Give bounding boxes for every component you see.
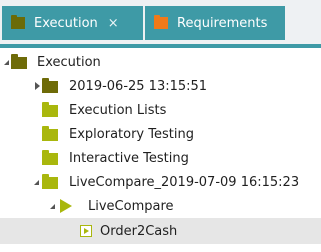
tab-underline xyxy=(0,44,321,48)
tree-node-execution[interactable]: Execution xyxy=(0,50,321,74)
tree-node-label: Interactive Testing xyxy=(69,150,189,166)
tree-node-label: Order2Cash xyxy=(100,223,178,239)
tree-node-exploratory-testing[interactable]: Exploratory Testing xyxy=(0,122,321,146)
tree-node-label: Execution xyxy=(37,54,101,70)
tree-node-order2cash[interactable]: Order2Cash xyxy=(0,218,321,244)
folder-icon xyxy=(42,78,58,93)
tree-node-execution-lists[interactable]: Execution Lists xyxy=(0,98,321,122)
tab-requirements-label: Requirements xyxy=(177,15,268,31)
tab-execution[interactable]: Execution × xyxy=(2,6,143,40)
folder-icon xyxy=(42,102,58,117)
tree-node-label: Exploratory Testing xyxy=(69,126,194,142)
tab-execution-label: Execution xyxy=(34,15,98,31)
tree-node-label: LiveCompare xyxy=(88,198,174,214)
tree-node-label: Execution Lists xyxy=(69,102,167,118)
tab-bar: Execution × Requirements xyxy=(0,0,321,48)
expand-open-icon[interactable] xyxy=(4,60,9,65)
expand-closed-icon[interactable] xyxy=(35,82,40,90)
tree-node-livecompare-run[interactable]: LiveCompare_2019-07-09 16:15:23 xyxy=(0,170,321,194)
tab-requirements[interactable]: Requirements xyxy=(145,6,285,40)
execution-folder-icon xyxy=(11,15,25,29)
play-icon xyxy=(60,199,72,213)
tree-node-label: 2019-06-25 13:15:51 xyxy=(69,78,208,94)
close-icon[interactable]: × xyxy=(108,16,119,31)
tree-node-run-2019-06-25[interactable]: 2019-06-25 13:15:51 xyxy=(0,74,321,98)
flow-icon xyxy=(80,225,92,237)
folder-icon xyxy=(42,126,58,141)
folder-icon xyxy=(42,174,58,189)
requirements-folder-icon xyxy=(154,15,168,29)
expand-open-icon[interactable] xyxy=(50,204,55,209)
tree-node-livecompare[interactable]: LiveCompare xyxy=(0,194,321,218)
folder-icon xyxy=(11,54,27,69)
folder-icon xyxy=(42,150,58,165)
tree-node-label: LiveCompare_2019-07-09 16:15:23 xyxy=(69,174,300,190)
expand-open-icon[interactable] xyxy=(34,180,39,185)
tree-node-interactive-testing[interactable]: Interactive Testing xyxy=(0,146,321,170)
